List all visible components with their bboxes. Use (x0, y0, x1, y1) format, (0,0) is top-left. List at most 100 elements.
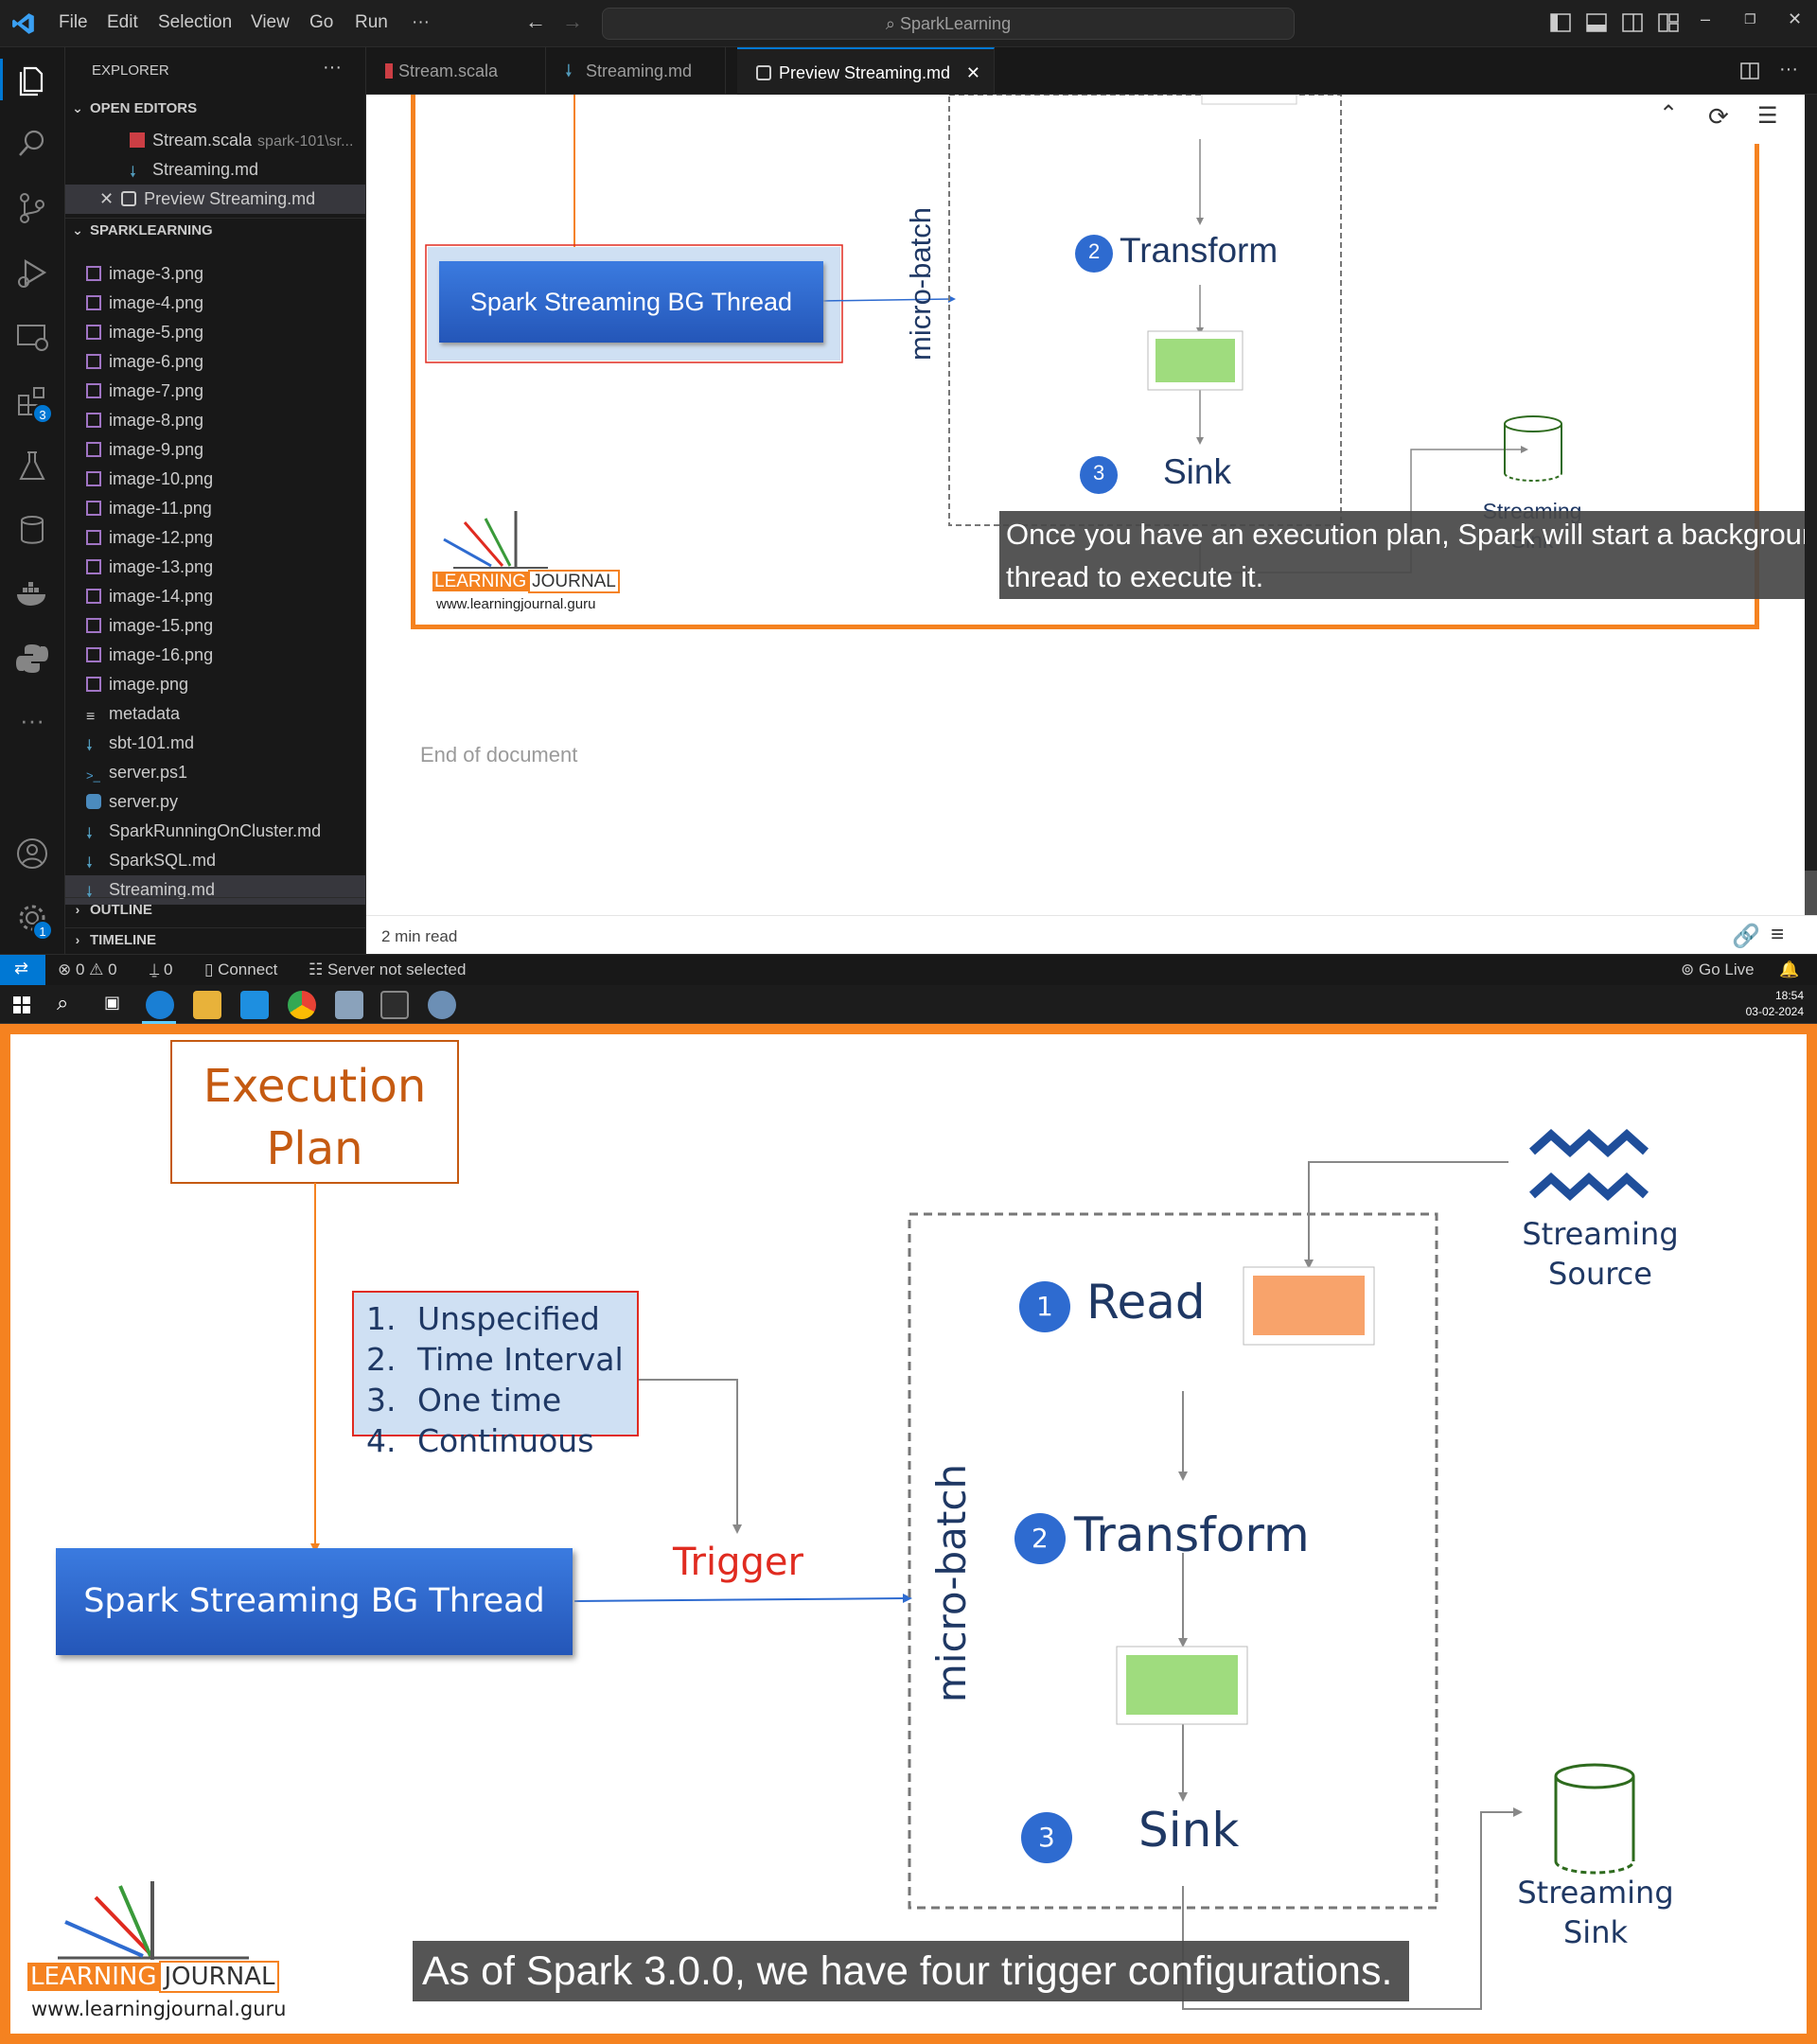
source-control-icon[interactable] (13, 189, 51, 227)
preview-scrollbar-thumb[interactable] (1805, 871, 1817, 915)
file-tree-item[interactable]: image-15.png (65, 611, 365, 641)
file-tree-item[interactable]: 🠗 SparkRunningOnCluster.md (65, 817, 365, 846)
file-name: image-12.png (109, 528, 214, 547)
open-editor-item[interactable]: Stream.scala spark-101\sr... (65, 126, 365, 155)
open-editors-header[interactable]: ⌄ OPEN EDITORS (65, 100, 365, 125)
table-of-contents-icon[interactable]: ☰ (1757, 102, 1778, 130)
toggle-primary-sidebar-icon[interactable] (1550, 13, 1571, 32)
outline-header[interactable]: › OUTLINE (65, 897, 365, 922)
file-name: image-16.png (109, 645, 214, 664)
accounts-icon[interactable] (13, 835, 51, 872)
editor-more-actions[interactable]: ··· (1779, 59, 1798, 80)
file-name: image-10.png (109, 469, 214, 488)
toggle-secondary-sidebar-icon[interactable] (1622, 13, 1643, 32)
forward-arrow-icon[interactable]: → (562, 9, 583, 34)
file-tree-item[interactable]: image-16.png (65, 641, 365, 670)
file-tree-item[interactable]: ≡ metadata (65, 699, 365, 729)
file-tree-item[interactable]: 🠗 sbt-101.md (65, 729, 365, 758)
file-tree-item[interactable]: image-14.png (65, 582, 365, 611)
extensions-icon[interactable]: 3 (13, 382, 53, 424)
file-tree-item[interactable]: server.py (65, 787, 365, 817)
windows-start-icon[interactable] (13, 996, 30, 1013)
back-arrow-icon[interactable]: ← (525, 9, 546, 34)
menu-view[interactable]: View (251, 12, 290, 33)
menu-edit[interactable]: Edit (107, 12, 138, 33)
explorer-icon[interactable] (13, 61, 51, 98)
file-tree-item[interactable]: image-3.png (65, 259, 365, 289)
problems-indicator[interactable]: ⊗ 0 ⚠ 0 (58, 960, 117, 979)
tab-stream-scala[interactable]: Stream.scala (366, 47, 546, 95)
file-tree-item[interactable]: image-9.png (65, 435, 365, 465)
file-explorer-icon[interactable] (193, 991, 221, 1019)
timeline-header[interactable]: › TIMELINE (65, 927, 365, 952)
menu-selection[interactable]: Selection (158, 12, 232, 33)
database-icon[interactable] (13, 511, 51, 549)
link-icon[interactable]: 🔗 (1732, 923, 1760, 950)
image-file-icon (86, 442, 101, 457)
file-tree-item[interactable]: image-10.png (65, 465, 365, 494)
menu-file[interactable]: File (59, 12, 88, 33)
trigger-number: 1. (366, 1300, 397, 1337)
terminal-icon[interactable] (380, 991, 409, 1019)
open-editor-item[interactable]: 🠗 Streaming.md (65, 155, 365, 185)
image-file-icon (86, 530, 101, 545)
menu-icon[interactable]: ≡ (1771, 922, 1784, 948)
file-tree-item[interactable]: image-6.png (65, 347, 365, 377)
vscode-taskbar-icon[interactable] (240, 991, 269, 1019)
sparklearning-folder-header[interactable]: ⌄ SPARKLEARNING (65, 218, 365, 242)
close-editor-icon[interactable]: ✕ (99, 189, 114, 208)
open-editor-item-active[interactable]: ✕ Preview Streaming.md (65, 185, 365, 214)
file-tree-item[interactable]: image-4.png (65, 289, 365, 318)
command-center-search[interactable]: ⌕ SparkLearning (602, 8, 1295, 40)
app-icon[interactable] (335, 991, 363, 1019)
refresh-icon[interactable]: ⟳ (1708, 102, 1729, 132)
close-tab-icon[interactable]: ✕ (966, 49, 980, 97)
file-tree-item[interactable]: image-12.png (65, 523, 365, 553)
ports-indicator[interactable]: ⍊ 0 (150, 960, 172, 979)
file-tree-item[interactable]: image-7.png (65, 377, 365, 406)
menu-go[interactable]: Go (309, 12, 333, 33)
remote-indicator[interactable]: ⇄ (0, 955, 45, 986)
plug-icon: ▯ (204, 960, 219, 978)
testing-icon[interactable] (13, 447, 51, 485)
run-debug-icon[interactable] (13, 254, 51, 291)
split-editor-icon[interactable] (1740, 62, 1759, 79)
manage-gear-icon[interactable]: 1 (13, 899, 53, 941)
tab-preview-streaming-md[interactable]: Preview Streaming.md ✕ (737, 47, 995, 95)
edge-icon[interactable] (146, 991, 174, 1019)
go-live-button[interactable]: ⊚ Go Live (1681, 960, 1755, 979)
file-tree-item[interactable]: 🠗 SparkSQL.md (65, 846, 365, 875)
menu-run[interactable]: Run (355, 12, 388, 33)
file-tree-item[interactable]: image-13.png (65, 553, 365, 582)
app-icon[interactable] (428, 991, 456, 1019)
scroll-up-icon[interactable]: ⌃ (1659, 100, 1678, 128)
minimize-icon[interactable]: – (1701, 9, 1710, 29)
step-3-badge: 3 (1038, 1822, 1055, 1853)
tab-streaming-md[interactable]: 🠗 Streaming.md (546, 47, 726, 95)
file-tree-item[interactable]: >_ server.ps1 (65, 758, 365, 787)
search-icon[interactable] (13, 125, 51, 163)
task-view-icon[interactable]: ▣ (104, 993, 120, 1013)
file-tree-item[interactable]: image-5.png (65, 318, 365, 347)
taskbar-search-icon[interactable]: ⌕ (57, 991, 68, 1015)
connect-button[interactable]: ▯ Connect (204, 960, 277, 979)
docker-icon[interactable] (13, 575, 51, 613)
close-window-icon[interactable]: ✕ (1788, 9, 1802, 29)
server-selector[interactable]: ☷ Server not selected (309, 960, 466, 979)
more-views-icon[interactable]: ··· (13, 706, 51, 744)
restore-icon[interactable]: ❐ (1744, 11, 1756, 27)
chrome-icon[interactable] (288, 991, 316, 1019)
remote-explorer-icon[interactable] (13, 318, 51, 356)
toggle-panel-icon[interactable] (1586, 13, 1607, 32)
python-icon[interactable] (13, 640, 51, 678)
notifications-bell-icon[interactable]: 🔔 (1779, 960, 1799, 979)
menu-more[interactable]: ··· (412, 12, 430, 33)
file-tree-item[interactable]: image-8.png (65, 406, 365, 435)
file-tree-item[interactable]: image-11.png (65, 494, 365, 523)
explorer-more-actions[interactable]: ··· (323, 57, 342, 79)
tab-label: Streaming.md (586, 62, 693, 80)
system-clock[interactable]: 18:54 03-02-2024 (1746, 988, 1804, 1020)
logo-part-a: LEARNING (432, 572, 529, 591)
customize-layout-icon[interactable] (1658, 13, 1679, 32)
file-tree-item[interactable]: image.png (65, 670, 365, 699)
